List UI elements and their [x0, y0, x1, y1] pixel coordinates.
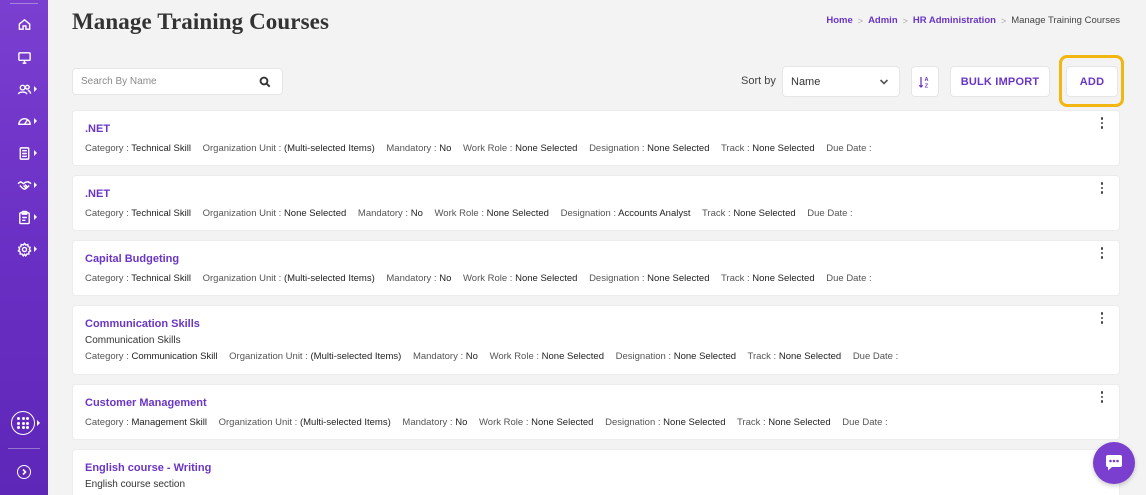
course-meta: Category : Management Skill Organization… — [85, 417, 888, 428]
expand-caret-icon — [34, 118, 37, 124]
svg-text:Z: Z — [925, 83, 929, 89]
course-meta: Category : Technical Skill Organization … — [85, 143, 872, 154]
more-options-icon[interactable] — [1099, 247, 1105, 261]
apps-grid-icon — [17, 417, 29, 429]
more-options-icon[interactable] — [1099, 391, 1105, 405]
course-title[interactable]: .NET — [85, 123, 110, 135]
sidebar-item-partners[interactable] — [0, 173, 48, 197]
chat-support-button[interactable] — [1093, 442, 1135, 484]
sort-select[interactable]: Name — [782, 66, 900, 97]
course-card[interactable]: .NET Category : Technical Skill Organiza… — [72, 175, 1120, 231]
course-meta: Category : Communication Skill Organizat… — [85, 351, 899, 362]
course-meta: Category : Technical Skill Organization … — [85, 208, 853, 219]
course-card[interactable]: Capital Budgeting Category : Technical S… — [72, 240, 1120, 296]
course-description: Communication Skills — [85, 335, 181, 346]
sidebar-divider — [8, 448, 40, 449]
document-stack-icon — [19, 146, 29, 160]
chat-bubble-icon — [1106, 455, 1122, 471]
breadcrumb: Home > Admin > HR Administration > Manag… — [826, 15, 1120, 26]
chevron-down-icon — [879, 77, 889, 90]
breadcrumb-admin[interactable]: Admin — [868, 15, 898, 26]
expand-caret-icon — [34, 86, 37, 92]
svg-text:A: A — [925, 77, 929, 83]
clipboard-icon — [18, 210, 30, 224]
expand-caret-icon — [34, 246, 37, 252]
handshake-icon — [17, 180, 31, 190]
course-card[interactable]: English course - Writing English course … — [72, 449, 1120, 495]
search-box — [72, 68, 283, 95]
more-options-icon[interactable] — [1099, 117, 1105, 131]
more-options-icon[interactable] — [1099, 182, 1105, 196]
sidebar-divider — [10, 3, 38, 4]
sidebar-item-settings[interactable] — [0, 237, 48, 261]
sidebar-item-documents[interactable] — [0, 141, 48, 165]
course-title[interactable]: Capital Budgeting — [85, 253, 179, 265]
more-options-icon[interactable] — [1099, 312, 1105, 326]
breadcrumb-hr-administration[interactable]: HR Administration — [913, 15, 996, 26]
course-title[interactable]: Communication Skills — [85, 318, 200, 330]
expand-caret-icon — [34, 182, 37, 188]
sort-select-value: Name — [791, 75, 821, 88]
breadcrumb-home[interactable]: Home — [826, 15, 852, 26]
course-title[interactable]: English course - Writing — [85, 462, 211, 474]
sidebar-item-users[interactable] — [0, 77, 48, 101]
add-button[interactable]: ADD — [1066, 66, 1118, 97]
expand-caret-icon — [34, 150, 37, 156]
bulk-import-button[interactable]: BULK IMPORT — [950, 66, 1050, 97]
breadcrumb-separator-icon: > — [857, 15, 864, 26]
users-icon — [17, 84, 31, 95]
search-input[interactable] — [81, 76, 251, 87]
search-icon[interactable] — [259, 75, 273, 89]
sidebar-item-clipboard[interactable] — [0, 205, 48, 229]
course-card[interactable]: Customer Management Category : Managemen… — [72, 384, 1120, 440]
sidebar — [0, 0, 48, 495]
sidebar-item-monitor[interactable] — [0, 45, 48, 69]
expand-caret-icon — [34, 214, 37, 220]
settings-gear-icon — [16, 241, 32, 257]
course-meta: Category : Technical Skill Organization … — [85, 273, 872, 284]
sort-alpha-icon: A Z — [918, 76, 929, 89]
course-description: English course section — [85, 479, 186, 490]
monitor-icon — [17, 51, 31, 64]
course-card[interactable]: Communication Skills Communication Skill… — [72, 305, 1120, 375]
sidebar-item-home[interactable] — [0, 12, 48, 36]
home-icon — [18, 18, 30, 30]
chevron-right-icon — [22, 468, 27, 476]
course-title[interactable]: .NET — [85, 188, 110, 200]
sidebar-collapse-button[interactable] — [17, 465, 31, 479]
sort-label: Sort by — [741, 75, 776, 87]
page-title: Manage Training Courses — [72, 9, 330, 34]
course-card[interactable]: .NET Category : Technical Skill Organiza… — [72, 110, 1120, 166]
sort-order-toggle[interactable]: A Z — [911, 66, 939, 97]
apps-grid-button[interactable] — [11, 411, 35, 435]
course-title[interactable]: Customer Management — [85, 397, 207, 409]
dashboard-gauge-icon — [17, 117, 31, 125]
breadcrumb-separator-icon: > — [1000, 15, 1007, 26]
breadcrumb-current: Manage Training Courses — [1011, 15, 1120, 26]
sidebar-item-dashboard[interactable] — [0, 109, 48, 133]
expand-caret-icon — [37, 420, 40, 426]
breadcrumb-separator-icon: > — [902, 15, 908, 26]
